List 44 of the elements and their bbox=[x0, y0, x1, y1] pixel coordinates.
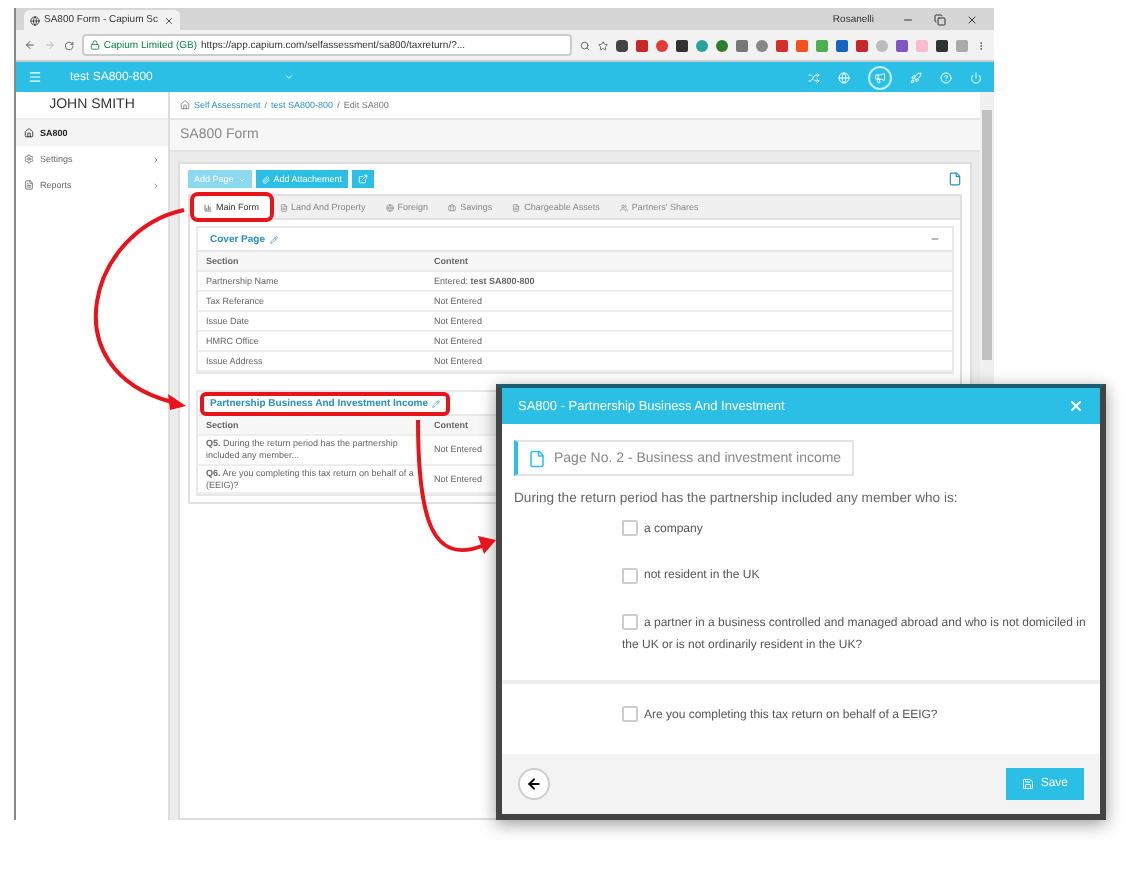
star-icon[interactable] bbox=[597, 39, 608, 51]
rocket-icon[interactable] bbox=[910, 71, 922, 83]
briefcase-icon bbox=[448, 203, 457, 211]
favicon-icon bbox=[30, 15, 40, 25]
annotation-arrow bbox=[416, 419, 496, 554]
collapse-icon[interactable] bbox=[930, 234, 940, 244]
checkbox[interactable] bbox=[622, 614, 638, 631]
document-icon[interactable] bbox=[948, 172, 962, 186]
megaphone-icon[interactable] bbox=[868, 65, 892, 89]
paperclip-icon bbox=[261, 175, 270, 183]
edit-icon[interactable] bbox=[432, 399, 441, 407]
search-icon[interactable] bbox=[579, 39, 590, 51]
edit-button[interactable] bbox=[352, 170, 375, 188]
document-icon bbox=[24, 180, 34, 190]
chart-icon bbox=[204, 203, 212, 211]
minimize-icon[interactable] bbox=[902, 13, 914, 25]
help-icon[interactable] bbox=[940, 71, 952, 83]
globe-icon bbox=[385, 203, 394, 211]
reload-icon[interactable] bbox=[63, 39, 74, 51]
checkbox[interactable] bbox=[622, 520, 638, 537]
back-button[interactable] bbox=[518, 768, 550, 800]
home-icon bbox=[24, 128, 34, 138]
power-icon[interactable] bbox=[970, 71, 982, 83]
globe-icon[interactable] bbox=[838, 71, 850, 83]
back-icon[interactable] bbox=[24, 38, 36, 52]
save-icon bbox=[1022, 778, 1035, 790]
document-icon bbox=[512, 203, 521, 211]
external-link-icon bbox=[358, 174, 369, 184]
document-icon bbox=[279, 203, 288, 211]
checkbox[interactable] bbox=[622, 705, 638, 722]
home-icon[interactable] bbox=[180, 100, 190, 110]
document-icon bbox=[528, 449, 546, 467]
checkbox[interactable] bbox=[622, 567, 638, 584]
restore-icon[interactable] bbox=[934, 13, 946, 25]
edit-icon[interactable] bbox=[269, 235, 278, 243]
forward-icon[interactable] bbox=[43, 38, 56, 52]
people-icon bbox=[619, 203, 628, 211]
gear-icon bbox=[24, 154, 34, 164]
lock-icon bbox=[89, 40, 100, 50]
menu-icon[interactable] bbox=[28, 70, 42, 84]
caret-icon[interactable] bbox=[284, 72, 295, 82]
shuffle-icon[interactable] bbox=[808, 71, 820, 83]
close-icon[interactable] bbox=[966, 13, 978, 25]
back-arrow-icon bbox=[526, 776, 542, 792]
